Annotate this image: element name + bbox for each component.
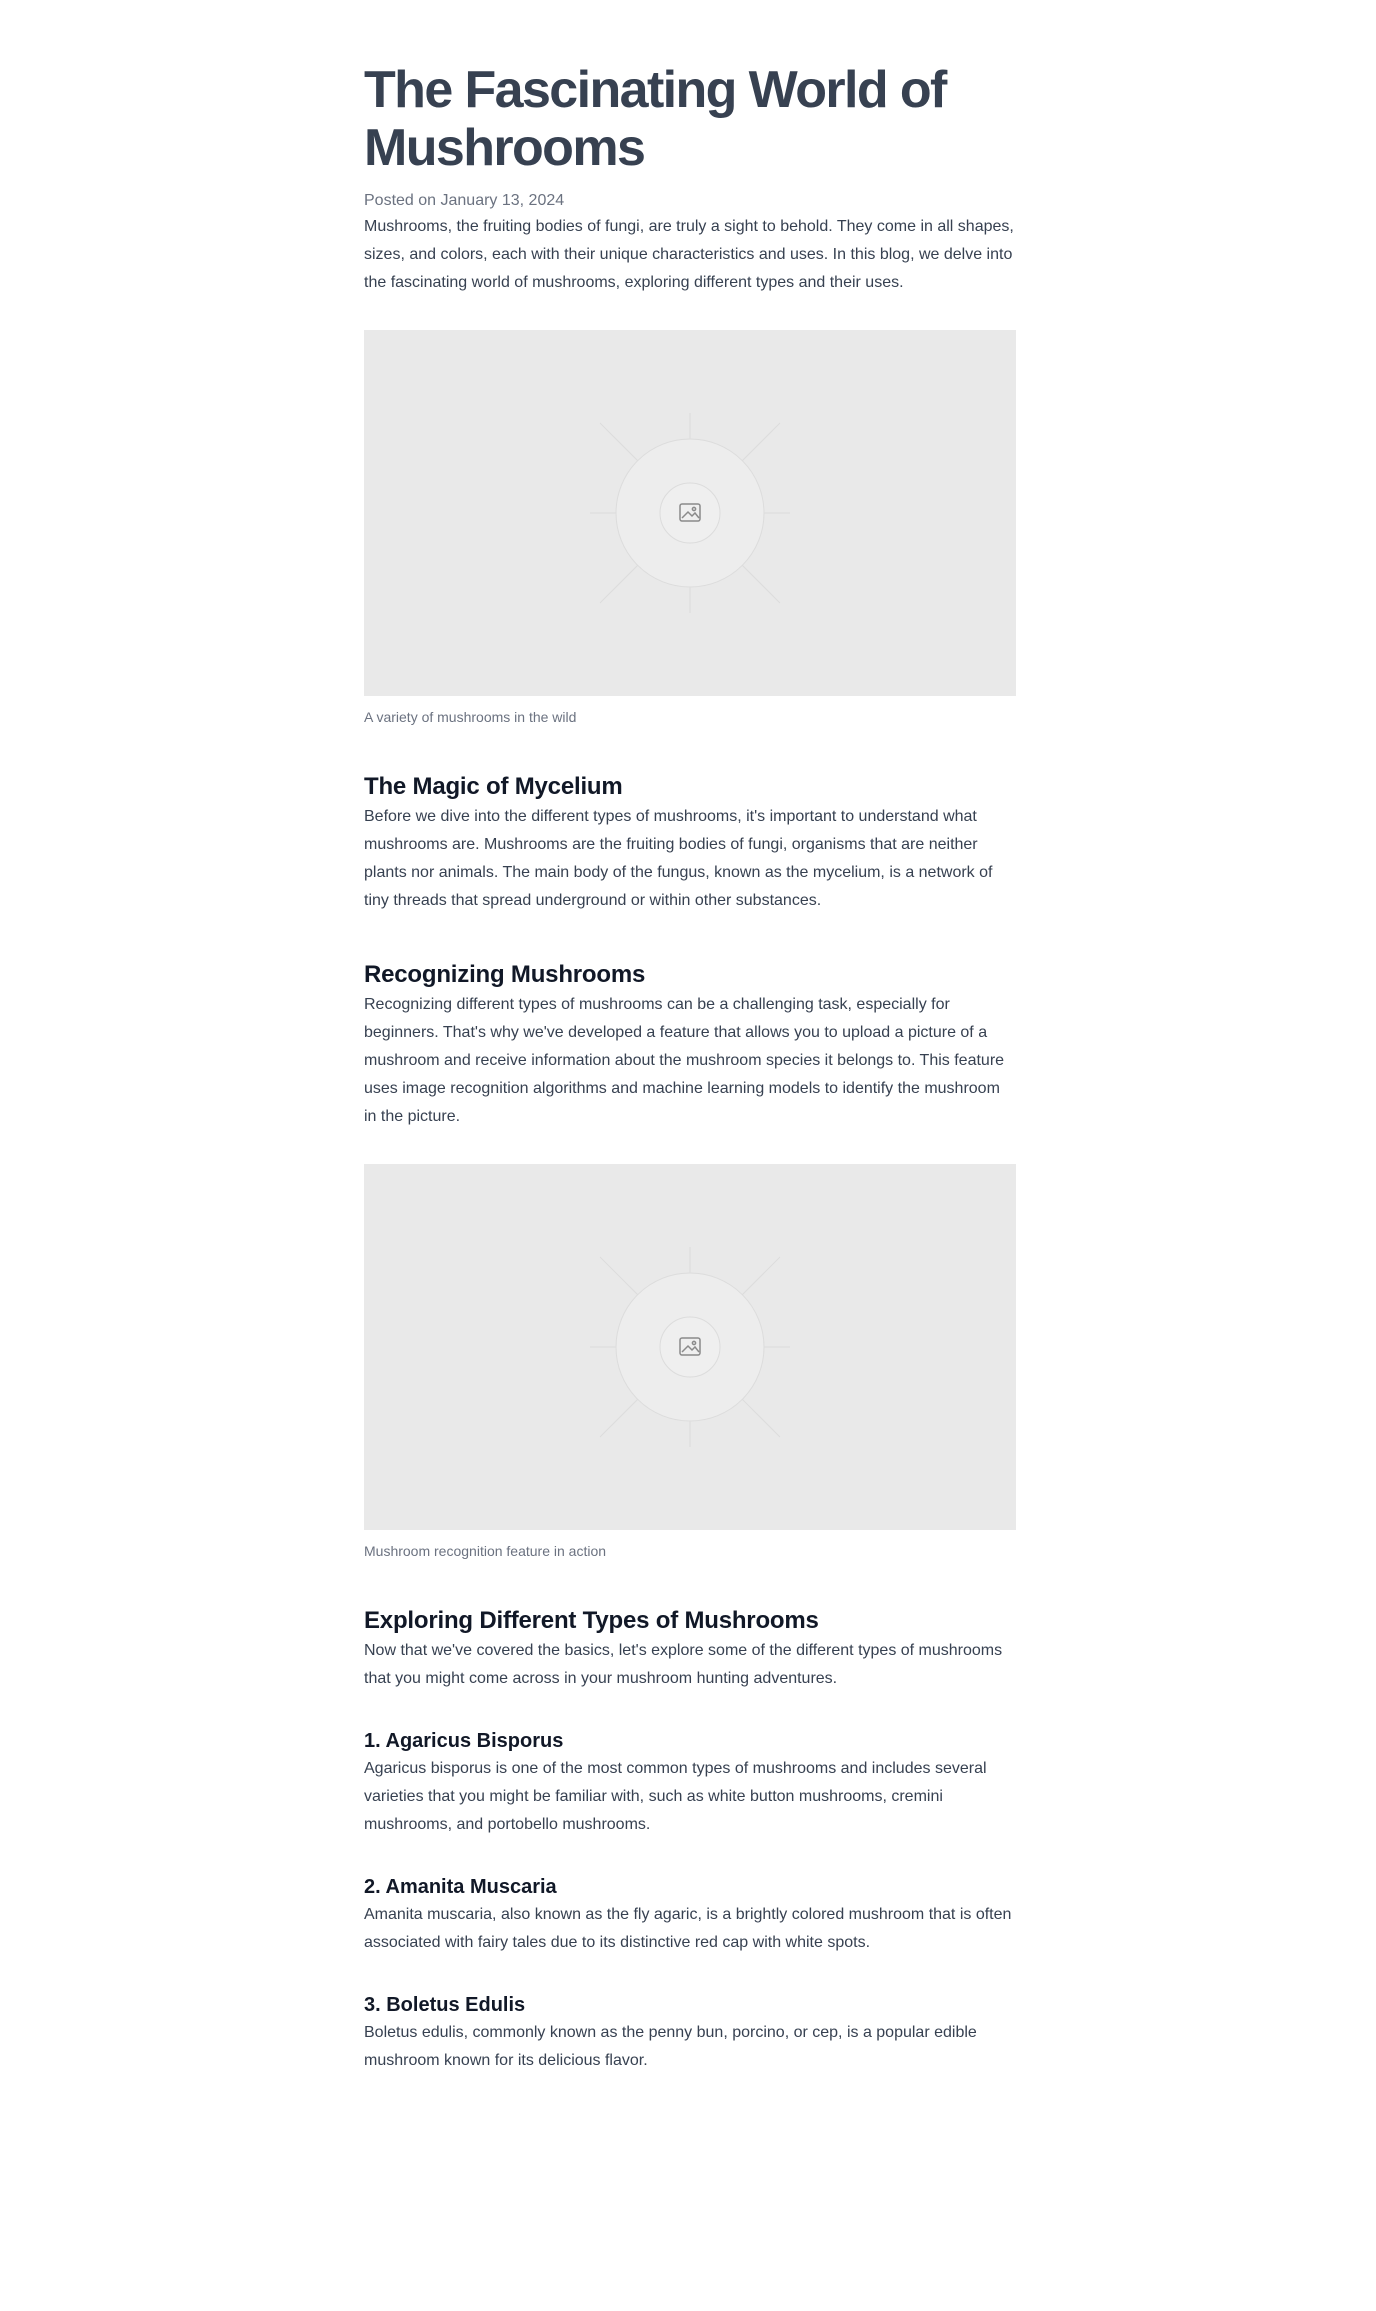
section-text-types: Now that we've covered the basics, let's… — [364, 1642, 1003, 1687]
type-heading-agaricus: 1. Agaricus Bisporus — [364, 1730, 564, 1752]
type-text-agaricus: Agaricus bisporus is one of the most com… — [364, 1760, 987, 1833]
type-text-amanita: Amanita muscaria, also known as the fly … — [364, 1906, 1012, 1951]
image-placeholder — [364, 330, 1016, 696]
figure-caption: A variety of mushrooms in the wild — [364, 709, 577, 725]
type-heading-boletus: 3. Boletus Edulis — [364, 1994, 526, 2016]
image-placeholder — [364, 1164, 1016, 1530]
type-text-boletus: Boletus edulis, commonly known as the pe… — [364, 2024, 977, 2069]
blog-article: The Fascinating World of Mushrooms Poste… — [364, 0, 1016, 2075]
section-text-recognizing: Recognizing different types of mushrooms… — [364, 996, 1005, 1125]
type-heading-amanita: 2. Amanita Muscaria — [364, 1876, 557, 1898]
section-text-mycelium: Before we dive into the different types … — [364, 808, 993, 909]
figure-recognition-feature: Mushroom recognition feature in action — [364, 1164, 1016, 1561]
page-title: The Fascinating World of Mushrooms — [364, 61, 947, 177]
section-heading-recognizing: Recognizing Mushrooms — [364, 961, 646, 988]
post-date: Posted on January 13, 2024 — [364, 192, 565, 209]
section-heading-types: Exploring Different Types of Mushrooms — [364, 1607, 819, 1634]
intro-paragraph: Mushrooms, the fruiting bodies of fungi,… — [364, 218, 1014, 291]
image-icon — [590, 413, 790, 613]
figure-wild-mushrooms: A variety of mushrooms in the wild — [364, 330, 1016, 727]
section-heading-mycelium: The Magic of Mycelium — [364, 773, 623, 800]
image-icon — [590, 1247, 790, 1447]
figure-caption: Mushroom recognition feature in action — [364, 1543, 607, 1559]
